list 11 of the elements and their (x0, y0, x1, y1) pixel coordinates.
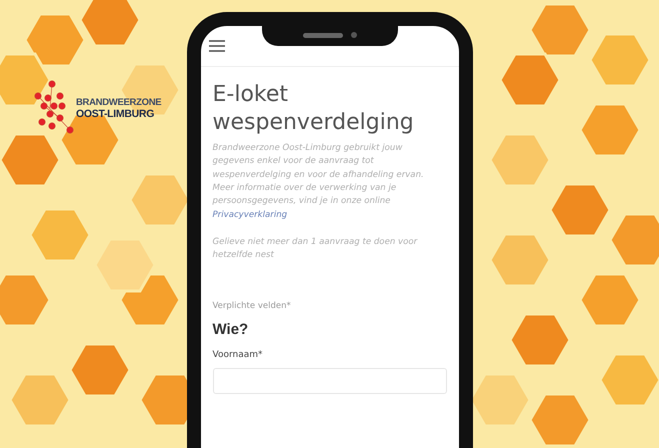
privacy-link[interactable]: Privacyverklaring (212, 210, 288, 220)
logo-text: OOST-LIMBURG (76, 108, 156, 120)
field-label: Voornaam* (212, 350, 264, 360)
menu-icon[interactable] (208, 40, 224, 52)
section-title: Wie? (212, 320, 250, 338)
input-field[interactable] (212, 368, 446, 394)
required-note: Verplichte velden* (212, 300, 292, 310)
privacy-paragraph: Brandweerzone Oost-Limburg gebruikt jouw gegevens enkel voor de aanvraag tot wespenverdelging en voor de afhandeling ervan. Meer informatie over de verwerking van je persoonsgegevens, vind je in onze online Privacyverklaring (212, 142, 425, 222)
notice-text: Gelieve niet meer dan 1 aanvraag te doen voor hetzelfde nest (212, 236, 418, 262)
logo-text: BRANDWEERZONE (76, 96, 162, 108)
page-title: E-loket wespenverdelging (212, 81, 415, 136)
